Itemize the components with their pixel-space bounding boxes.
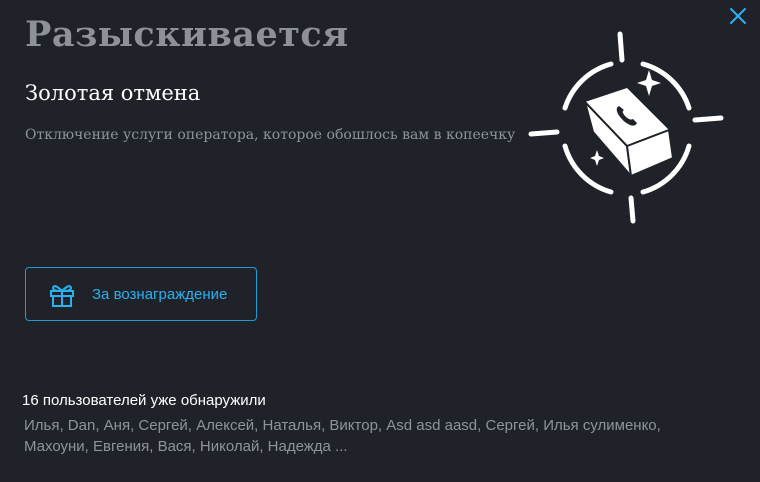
found-users-line: Илья, Dan, Аня, Сергей, Алексей, Наталья… (24, 417, 661, 434)
close-button[interactable] (728, 6, 748, 26)
gift-icon (48, 280, 76, 308)
crosshair-phone-gold-bar-icon (527, 28, 727, 228)
item-name: Золотая отмена (25, 81, 201, 105)
reward-button[interactable]: За вознаграждение (25, 267, 257, 321)
item-description: Отключение услуги оператора, которое обо… (25, 127, 516, 143)
page-title: Разыскивается (25, 14, 349, 55)
close-icon (730, 8, 746, 24)
reward-button-label: За вознаграждение (92, 285, 228, 303)
wanted-modal: Разыскивается Золотая отмена Отключение … (0, 0, 760, 482)
found-count: 16 пользователей уже обнаружили (22, 392, 266, 409)
found-users-line: Махоуни, Евгения, Вася, Николай, Надежда… (24, 438, 348, 455)
found-users-list: Илья, Dan, Аня, Сергей, Алексей, Наталья… (24, 415, 724, 457)
